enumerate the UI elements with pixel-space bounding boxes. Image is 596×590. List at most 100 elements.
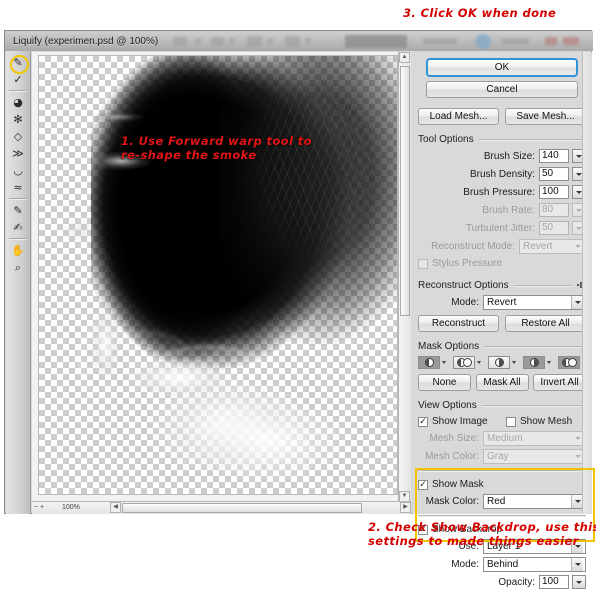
chevron-down-icon[interactable] [477,361,481,364]
reconstruct-icon: ✓ [13,73,23,86]
tool-divider-2 [9,198,27,200]
mesh-size-select: Medium [483,430,586,446]
reconstruct-tool[interactable]: ✓ [8,71,29,88]
tool-divider-3 [9,238,27,240]
hand-tool[interactable]: ✋ [8,242,29,259]
stylus-pressure-row[interactable]: Stylus Pressure [418,256,586,271]
show-mask-checkbox[interactable]: ✓ [418,479,428,490]
reconstruct-mode-row: Reconstruct Mode: Revert [418,238,586,254]
intersect-with-selection-icon [523,356,545,369]
mask-color-value: Red [487,495,506,507]
mask-button-row: None Mask All Invert All [418,374,586,391]
freeze-mask-icon: ✎ [13,204,23,217]
canvas-hscroll-thumb[interactable] [122,503,362,513]
mirror-tool[interactable]: ◡ [8,162,29,179]
show-mesh-checkbox[interactable] [506,416,516,427]
brush-rate-input: 80 [539,203,569,217]
canvas-horizontal-scrollbar[interactable]: − + 100% ◀ ▶ [32,501,411,514]
canvas-vscroll-thumb[interactable] [400,66,410,316]
pucker-tool[interactable]: ✻ [8,111,29,128]
view-options-divider [418,470,586,472]
liquify-canvas-area[interactable]: 1. Use Forward warp tool to re-shape the… [32,52,411,514]
brush-pressure-input[interactable]: 100 [539,185,569,199]
annotation-check-show-backdrop: 2. Check Show Backdrop, use this setting… [368,520,596,548]
zoom-out-button[interactable]: − [34,504,38,511]
tool-divider-1 [9,90,27,92]
brush-size-input[interactable]: 140 [539,149,569,163]
thaw-mask-tool[interactable]: ✍ [8,219,29,236]
bloat-icon: ◇ [13,130,23,143]
subtract-from-selection-button[interactable] [488,356,516,369]
brush-density-label: Brush Density: [469,168,535,180]
liquify-options-panel: OK Cancel Load Mesh... Save Mesh... Tool… [412,52,592,589]
load-mesh-button[interactable]: Load Mesh... [418,108,499,125]
mask-color-row: Mask Color: Red [418,493,586,509]
save-mesh-button[interactable]: Save Mesh... [505,108,586,125]
scroll-left-arrow[interactable]: ◀ [110,502,121,513]
brush-pressure-row: Brush Pressure: 100 [418,184,586,200]
show-mesh-row[interactable]: Show Mesh [506,414,572,429]
chevron-down-icon [576,580,582,584]
show-mask-row[interactable]: ✓ Show Mask [418,477,586,492]
mask-options-group: Mask Options None Mask All Invert All [418,341,586,391]
header-rule [481,404,586,407]
header-rule [484,345,586,348]
backdrop-mode-row: Mode: Behind [418,556,586,572]
reconstruct-mode-dropdown[interactable]: Revert [483,294,586,310]
mask-none-button[interactable]: None [418,374,471,391]
brush-rate-row: Brush Rate: 80 [418,202,586,218]
zoom-in-button[interactable]: + [40,504,44,511]
panel-scrollbar[interactable] [582,52,592,514]
mask-invert-all-button[interactable]: Invert All [533,374,586,391]
scroll-right-arrow[interactable]: ▶ [400,502,411,513]
liquify-tool-strip: ✎ ✓ ◕ ✻ ◇ ≫ ◡ ≈ ✎ ✍ ✋ ⌕ [6,51,31,514]
mask-color-label: Mask Color: [425,495,479,507]
brush-density-input[interactable]: 50 [539,167,569,181]
canvas-vertical-scrollbar[interactable]: ▲ ▼ [398,52,411,502]
intersect-with-selection-button[interactable] [523,356,551,369]
cancel-button[interactable]: Cancel [426,81,578,98]
annotation-forward-warp: 1. Use Forward warp tool to re-shape the… [121,134,312,162]
chevron-down-icon[interactable] [547,361,551,364]
replace-selection-button[interactable] [418,356,446,369]
mask-icon-row [418,356,586,369]
mask-options-title: Mask Options [418,341,480,352]
mesh-size-row: Mesh Size: Medium [418,430,586,446]
reconstruct-mode-select: Revert [519,238,586,254]
backdrop-mode-select[interactable]: Behind [483,556,586,572]
turbulence-tool[interactable]: ≈ [8,179,29,196]
invert-selection-icon [558,356,580,369]
header-rule [513,284,572,287]
forward-warp-tool[interactable]: ✎ [8,54,29,74]
chevron-down-icon[interactable] [512,361,516,364]
bloat-tool[interactable]: ◇ [8,128,29,145]
mask-color-select[interactable]: Red [483,493,586,509]
add-to-selection-button[interactable] [453,356,481,369]
reconstruct-mode-label: Reconstruct Mode: [431,240,515,252]
reconstruct-mode-select-row: Mode: Revert [418,294,586,310]
stylus-pressure-checkbox[interactable] [418,258,428,269]
zoom-controls[interactable]: − + [34,502,44,514]
freeze-mask-tool[interactable]: ✎ [8,202,29,219]
restore-all-button[interactable]: Restore All [505,315,586,332]
mask-options-header: Mask Options [418,341,586,352]
twirl-icon: ◕ [13,96,23,109]
ok-button[interactable]: OK [426,58,578,77]
reconstruct-button[interactable]: Reconstruct [418,315,499,332]
push-left-tool[interactable]: ≫ [8,145,29,162]
pucker-icon: ✻ [13,113,23,126]
backdrop-opacity-stepper[interactable] [572,575,586,589]
thaw-mask-icon: ✍ [13,221,23,234]
backdrop-opacity-input[interactable]: 100 [539,575,569,589]
mirror-icon: ◡ [13,164,23,177]
chevron-down-icon[interactable] [442,361,446,364]
tool-options-group: Tool Options Brush Size: 140 Brush Densi… [418,134,586,271]
show-image-row[interactable]: ✓ Show Image [418,414,506,429]
annotation-click-ok: 3. Click OK when done [403,6,557,20]
twirl-clockwise-tool[interactable]: ◕ [8,94,29,111]
view-options-title: View Options [418,400,477,411]
zoom-tool[interactable]: ⌕ [8,259,29,276]
scroll-up-arrow[interactable]: ▲ [399,52,410,63]
mask-all-button[interactable]: Mask All [475,374,529,391]
show-image-checkbox[interactable]: ✓ [418,416,428,427]
